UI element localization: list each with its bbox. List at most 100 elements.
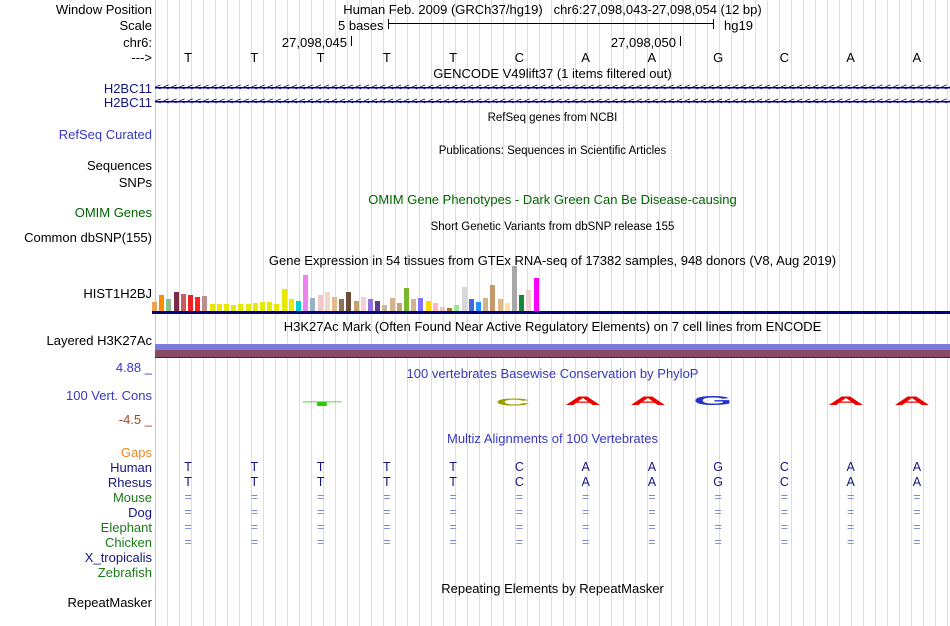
multiz-row-label-x_tropicalis[interactable]: X_tropicalis <box>0 550 152 565</box>
phylop-letter-0[interactable]: T <box>302 401 342 407</box>
gtex-bar-29[interactable] <box>360 297 366 311</box>
multiz-cell-rhesus-10: A <box>846 475 855 489</box>
phylop-letter-6[interactable]: A <box>894 395 930 407</box>
phylop-letter-5[interactable]: A <box>828 395 864 407</box>
multiz-cell-chicken-7: = <box>648 535 656 549</box>
phylop-letter-4[interactable]: G <box>693 394 732 407</box>
gtex-bar-14[interactable] <box>252 303 258 311</box>
conservation-min-value: -4.5 _ <box>118 412 152 427</box>
gtex-bar-31[interactable] <box>375 301 381 311</box>
coordinate-tick-0 <box>351 36 352 46</box>
gtex-bar-36[interactable] <box>411 299 417 311</box>
gtex-bar-4[interactable] <box>180 294 186 311</box>
multiz-cell-human-9: C <box>779 460 789 474</box>
multiz-row-label-gaps[interactable]: Gaps <box>0 445 152 460</box>
multiz-row-label-human[interactable]: Human <box>0 460 152 475</box>
gtex-bar-27[interactable] <box>346 292 352 311</box>
track-label-dbsnp[interactable]: Common dbSNP(155) <box>0 230 152 245</box>
gtex-bar-19[interactable] <box>288 299 294 311</box>
track-title-conservation[interactable]: 100 vertebrates Basewise Conservation by… <box>155 366 950 381</box>
gtex-bar-45[interactable] <box>476 302 481 311</box>
track-title-dbsnp[interactable]: Short Genetic Variants from dbSNP releas… <box>155 221 950 233</box>
multiz-cell-mouse-4: = <box>449 490 457 504</box>
gtex-bar-28[interactable] <box>353 301 359 311</box>
gene-strand-arrows-1[interactable]: <<<<<<<<<<<<<<<<<<<<<<<<<<<<<<<<<<<<<<<<… <box>155 82 950 93</box>
gtex-bar-9[interactable] <box>216 304 222 311</box>
multiz-cell-rhesus-8: G <box>713 475 723 489</box>
track-label-100-vert-cons[interactable]: 100 Vert. Cons <box>0 388 152 403</box>
phylop-letter-3[interactable]: A <box>630 395 666 407</box>
gtex-bar-30[interactable] <box>368 299 373 311</box>
gtex-bar-7[interactable] <box>202 296 208 311</box>
gtex-bar-23[interactable] <box>317 295 323 311</box>
track-title-omim[interactable]: OMIM Gene Phenotypes - Dark Green Can Be… <box>155 192 950 207</box>
multiz-row-label-zebrafish[interactable]: Zebrafish <box>0 565 152 580</box>
gtex-bar-2[interactable] <box>166 299 172 311</box>
gene-label-h2bc11-2[interactable]: H2BC11 <box>0 95 152 110</box>
gtex-bar-35[interactable] <box>404 288 409 311</box>
gtex-bar-26[interactable] <box>339 299 345 311</box>
track-title-publications[interactable]: Publications: Sequences in Scientific Ar… <box>155 145 950 157</box>
track-title-refseq[interactable]: RefSeq genes from NCBI <box>155 112 950 124</box>
gtex-bar-6[interactable] <box>195 297 201 311</box>
gtex-bar-18[interactable] <box>281 289 287 311</box>
gene-label-h2bc11-1[interactable]: H2BC11 <box>0 81 152 96</box>
gtex-bar-24[interactable] <box>324 292 330 311</box>
track-label-refseq-curated[interactable]: RefSeq Curated <box>0 127 152 142</box>
h3k27ac-band-bottom-layer[interactable] <box>155 350 950 358</box>
gtex-bar-37[interactable] <box>418 298 424 311</box>
gtex-bar-43[interactable] <box>461 287 467 311</box>
gtex-bar-47[interactable] <box>490 285 496 311</box>
gtex-bar-38[interactable] <box>425 301 431 311</box>
gtex-bar-5[interactable] <box>188 295 193 311</box>
multiz-cell-human-3: T <box>383 460 391 474</box>
gtex-bar-3[interactable] <box>173 292 179 311</box>
track-title-multiz[interactable]: Multiz Alignments of 100 Vertebrates <box>155 431 950 446</box>
gtex-bar-15[interactable] <box>260 302 265 311</box>
gtex-bar-44[interactable] <box>468 299 474 311</box>
gtex-bar-1[interactable] <box>159 295 165 311</box>
gtex-bar-20[interactable] <box>296 301 301 311</box>
track-title-gtex[interactable]: Gene Expression in 54 tissues from GTEx … <box>155 253 950 268</box>
gtex-bar-8[interactable] <box>209 304 215 311</box>
gtex-bar-50[interactable] <box>512 266 517 311</box>
gtex-bar-46[interactable] <box>483 298 489 311</box>
track-label-hist1h2bj[interactable]: HIST1H2BJ <box>0 286 152 301</box>
multiz-row-label-elephant[interactable]: Elephant <box>0 520 152 535</box>
gtex-bar-10[interactable] <box>224 304 229 311</box>
track-label-sequences[interactable]: Sequences <box>0 158 152 173</box>
multiz-cell-dog-8: = <box>714 505 722 519</box>
gtex-bar-39[interactable] <box>432 303 438 311</box>
gtex-bar-22[interactable] <box>310 298 316 311</box>
phylop-letter-2[interactable]: A <box>565 395 601 407</box>
gtex-bar-52[interactable] <box>526 290 532 311</box>
gtex-bar-34[interactable] <box>396 303 402 311</box>
sequence-base-2: T <box>316 50 325 65</box>
gtex-bar-53[interactable] <box>533 278 539 311</box>
gtex-bar-13[interactable] <box>245 304 251 311</box>
multiz-row-label-rhesus[interactable]: Rhesus <box>0 475 152 490</box>
multiz-row-label-mouse[interactable]: Mouse <box>0 490 152 505</box>
multiz-row-label-dog[interactable]: Dog <box>0 505 152 520</box>
gtex-bar-17[interactable] <box>274 304 280 311</box>
track-label-snps[interactable]: SNPs <box>0 175 152 190</box>
gtex-bar-16[interactable] <box>267 302 273 311</box>
gtex-bar-49[interactable] <box>504 303 510 311</box>
gtex-bar-21[interactable] <box>303 275 309 311</box>
gtex-bar-33[interactable] <box>389 298 395 311</box>
multiz-row-label-chicken[interactable]: Chicken <box>0 535 152 550</box>
track-title-repeatmasker[interactable]: Repeating Elements by RepeatMasker <box>155 581 950 596</box>
track-label-omim-genes[interactable]: OMIM Genes <box>0 205 152 220</box>
track-title-gencode[interactable]: GENCODE V49lift37 (1 items filtered out) <box>155 66 950 81</box>
gtex-bar-48[interactable] <box>497 299 503 311</box>
gtex-bar-0[interactable] <box>152 302 157 311</box>
track-title-h3k27ac[interactable]: H3K27Ac Mark (Often Found Near Active Re… <box>155 319 950 334</box>
gtex-bar-12[interactable] <box>238 304 244 311</box>
phylop-letter-1[interactable]: C <box>496 397 531 407</box>
multiz-cell-mouse-5: = <box>515 490 524 504</box>
gtex-bar-25[interactable] <box>332 297 337 311</box>
track-label-layered-h3k27ac[interactable]: Layered H3K27Ac <box>0 333 152 348</box>
gtex-bar-51[interactable] <box>519 295 525 311</box>
gene-strand-arrows-2[interactable]: <<<<<<<<<<<<<<<<<<<<<<<<<<<<<<<<<<<<<<<<… <box>155 96 950 107</box>
track-label-repeatmasker[interactable]: RepeatMasker <box>0 595 152 610</box>
